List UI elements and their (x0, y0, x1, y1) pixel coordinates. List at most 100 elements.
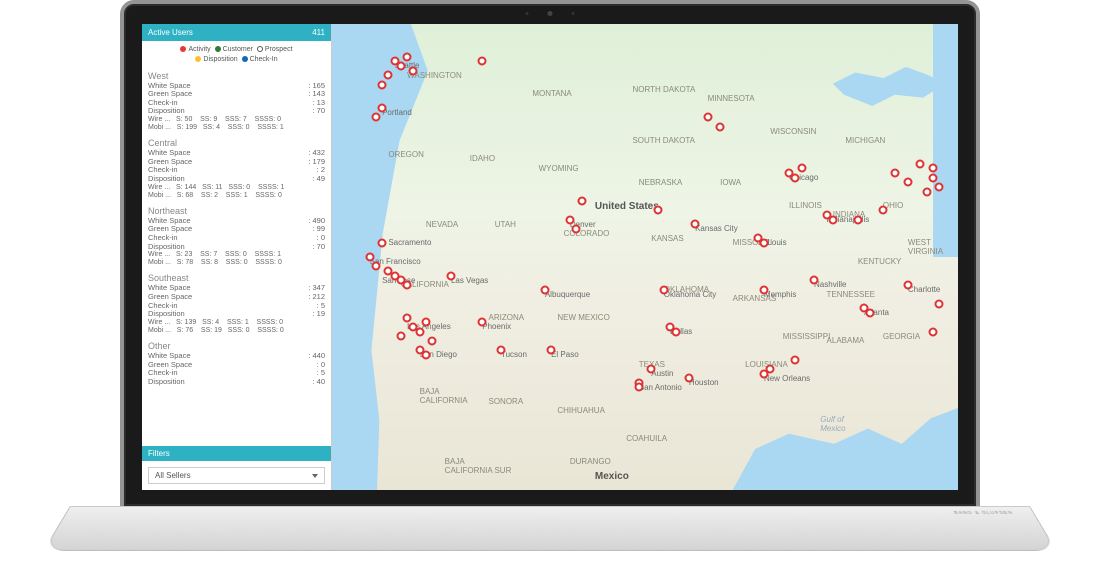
state-label: COAHUILA (626, 434, 667, 443)
map-marker[interactable] (903, 178, 912, 187)
map-marker[interactable] (547, 346, 556, 355)
map-marker[interactable] (935, 183, 944, 192)
map-marker[interactable] (691, 220, 700, 229)
map-marker[interactable] (653, 206, 662, 215)
map-marker[interactable] (878, 206, 887, 215)
stat-label: Disposition (148, 378, 185, 387)
map-marker[interactable] (647, 364, 656, 373)
state-label: ILLINOIS (789, 201, 822, 210)
map-marker[interactable] (396, 61, 405, 70)
legend-disposition: Disposition (203, 56, 237, 63)
map-marker[interactable] (828, 215, 837, 224)
state-label: WYOMING (539, 164, 579, 173)
map-marker[interactable] (478, 318, 487, 327)
state-label: IDAHO (470, 154, 495, 163)
map-marker[interactable] (928, 164, 937, 173)
city-label: Houston (689, 378, 719, 387)
map-marker[interactable] (403, 52, 412, 61)
map-marker[interactable] (759, 239, 768, 248)
state-label: SONORA (489, 397, 524, 406)
map-marker[interactable] (371, 113, 380, 122)
map-marker[interactable] (565, 215, 574, 224)
dot-customer-icon (215, 46, 221, 52)
map-marker[interactable] (759, 285, 768, 294)
map-marker[interactable] (384, 71, 393, 80)
region-title: West (148, 69, 325, 82)
chevron-down-icon (312, 474, 318, 478)
map-marker[interactable] (446, 271, 455, 280)
map-marker[interactable] (810, 276, 819, 285)
map-marker[interactable] (428, 336, 437, 345)
map-marker[interactable] (409, 66, 418, 75)
map-marker[interactable] (634, 383, 643, 392)
map-marker[interactable] (403, 313, 412, 322)
state-label: NEW MEXICO (557, 313, 609, 322)
region-stat-row: Disposition: 49 (148, 175, 325, 184)
map-marker[interactable] (891, 169, 900, 178)
seller-filter-value: All Sellers (155, 471, 191, 480)
state-label: KANSAS (651, 234, 683, 243)
map-marker[interactable] (935, 299, 944, 308)
map-marker[interactable] (928, 173, 937, 182)
map-marker[interactable] (421, 318, 430, 327)
map-marker[interactable] (378, 239, 387, 248)
seller-filter-select[interactable]: All Sellers (148, 467, 325, 484)
map-marker[interactable] (903, 280, 912, 289)
state-label: MICHIGAN (845, 136, 885, 145)
country-label: United States (595, 201, 659, 212)
map-marker[interactable] (797, 164, 806, 173)
city-label: Phoenix (482, 322, 511, 331)
city-label: New Orleans (764, 374, 810, 383)
region-title: Northeast (148, 204, 325, 217)
map-marker[interactable] (478, 57, 487, 66)
ocean-gulf (733, 387, 958, 490)
map-marker[interactable] (415, 327, 424, 336)
map-marker[interactable] (791, 355, 800, 364)
state-label: BAJA CALIFORNIA (420, 387, 468, 405)
active-users-label: Active Users (148, 28, 193, 37)
map-marker[interactable] (403, 280, 412, 289)
region-block: CentralWhite Space: 432Green Space: 179C… (148, 136, 325, 200)
map-marker[interactable] (672, 327, 681, 336)
map-marker[interactable] (396, 332, 405, 341)
map-marker[interactable] (659, 285, 668, 294)
map-marker[interactable] (572, 225, 581, 234)
map-view[interactable]: United States Mexico Gulf of Mexico WASH… (332, 24, 958, 490)
sidebar-header: Active Users 411 (142, 24, 331, 41)
map-marker[interactable] (853, 215, 862, 224)
map-marker[interactable] (378, 103, 387, 112)
map-marker[interactable] (371, 262, 380, 271)
state-label: SOUTH DAKOTA (632, 136, 695, 145)
active-users-count: 411 (312, 28, 325, 37)
map-marker[interactable] (766, 364, 775, 373)
map-marker[interactable] (916, 159, 925, 168)
sidebar: Active Users 411 Activity Customer Prosp… (142, 24, 332, 490)
map-marker[interactable] (540, 285, 549, 294)
gulf-label: Gulf of Mexico (820, 415, 845, 433)
city-label: Sacramento (388, 238, 431, 247)
map-marker[interactable] (497, 346, 506, 355)
state-label: IOWA (720, 178, 741, 187)
region-stat-row: Disposition: 19 (148, 310, 325, 319)
region-detail-row: Wire ... S: 23 SS: 7 SSS: 0 SSSS: 1 (148, 251, 325, 259)
map-marker[interactable] (791, 173, 800, 182)
stat-value: : 70 (312, 107, 325, 116)
map-marker[interactable] (716, 122, 725, 131)
map-marker[interactable] (578, 197, 587, 206)
map-marker[interactable] (922, 187, 931, 196)
legend-customer: Customer (223, 46, 253, 53)
map-marker[interactable] (421, 350, 430, 359)
map-marker[interactable] (866, 308, 875, 317)
great-lakes (833, 61, 946, 117)
map-marker[interactable] (365, 253, 374, 262)
map-marker[interactable] (378, 80, 387, 89)
stat-value: : 40 (312, 378, 325, 387)
map-marker[interactable] (928, 327, 937, 336)
map-marker[interactable] (703, 113, 712, 122)
map-marker[interactable] (684, 374, 693, 383)
legend-prospect: Prospect (265, 46, 293, 53)
state-label: CHIHUAHUA (557, 406, 605, 415)
state-label: NORTH DAKOTA (632, 85, 695, 94)
city-label: Portland (382, 108, 412, 117)
region-detail-row: Wire ... S: 144 SS: 11 SSS: 0 SSSS: 1 (148, 184, 325, 192)
